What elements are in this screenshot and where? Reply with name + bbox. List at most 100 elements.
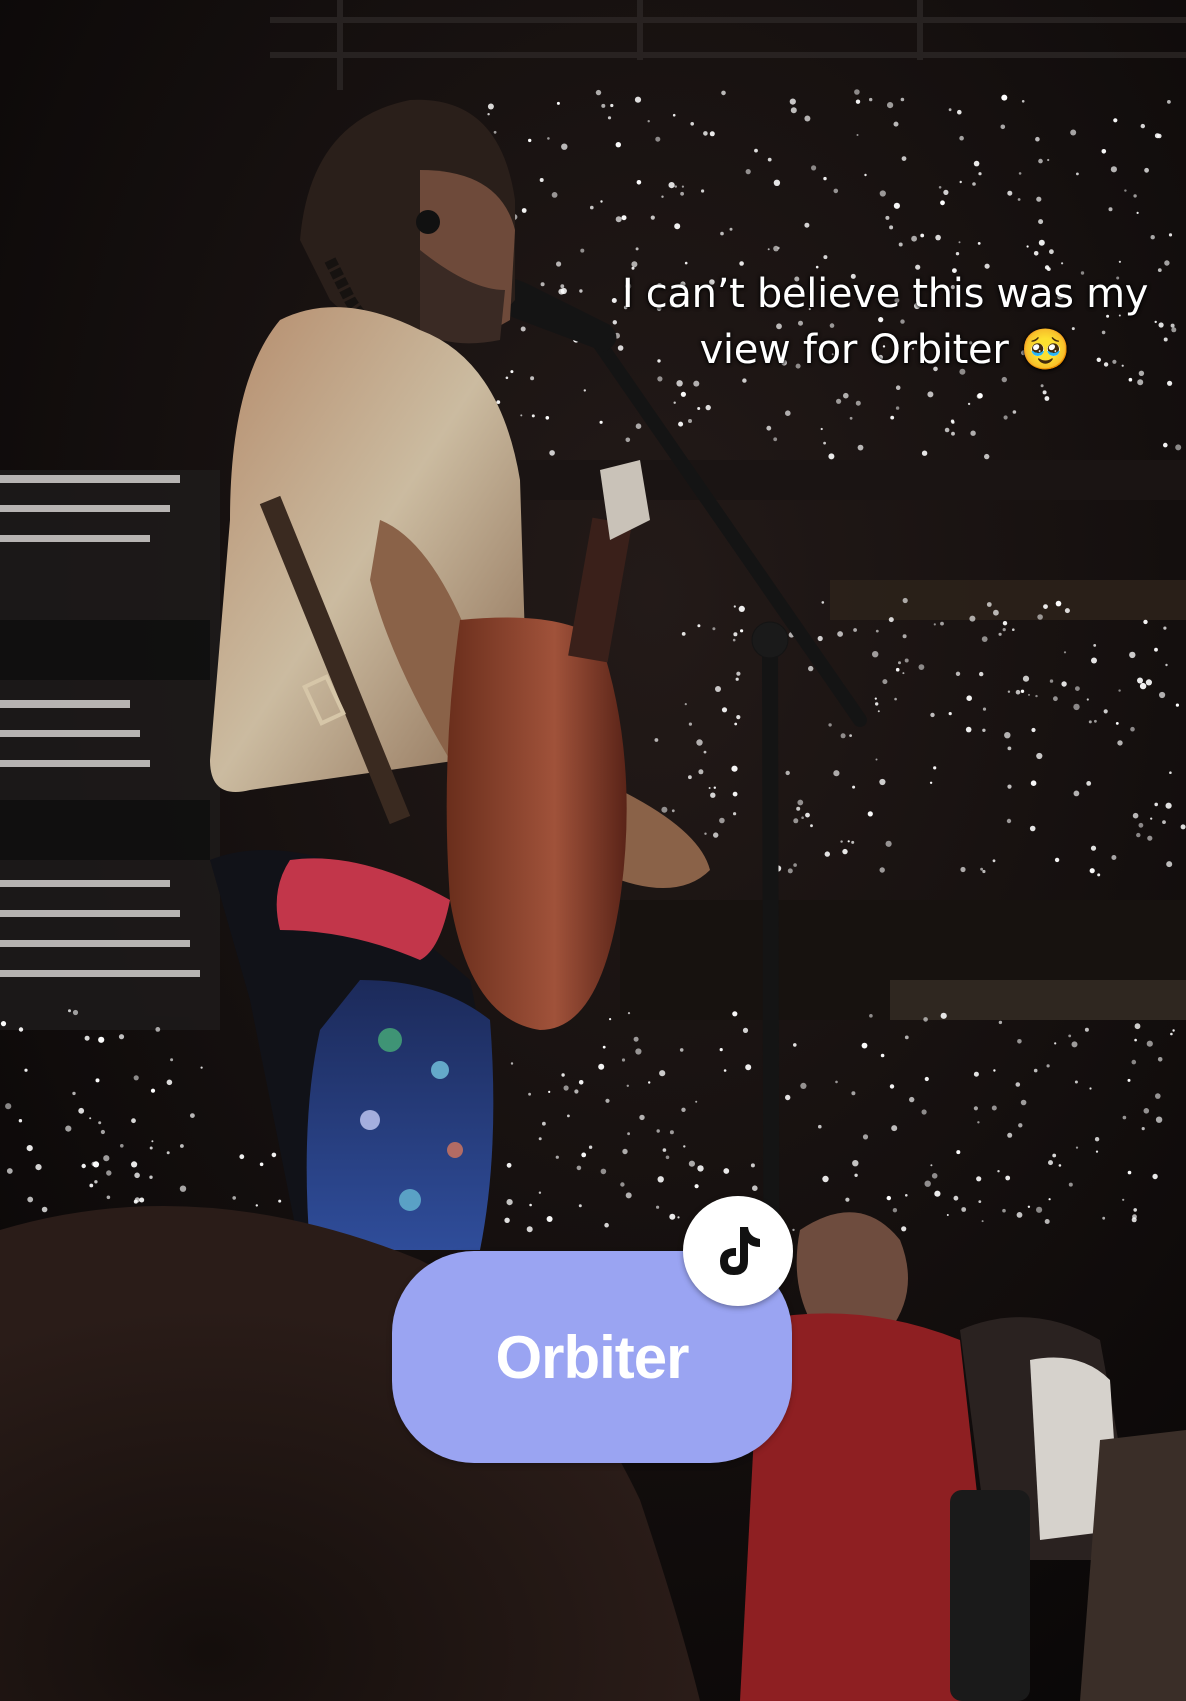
phone-light xyxy=(977,1121,980,1124)
phone-light xyxy=(78,1107,85,1114)
phone-light xyxy=(943,189,949,195)
phone-light xyxy=(1154,802,1158,807)
phone-light xyxy=(973,160,980,167)
phone-light xyxy=(1175,444,1182,451)
phone-light xyxy=(1000,124,1006,130)
phone-light xyxy=(607,116,612,120)
phone-light xyxy=(41,1206,48,1213)
phone-light xyxy=(944,427,950,433)
phone-light xyxy=(656,1205,660,1209)
phone-light xyxy=(902,672,905,675)
phone-light xyxy=(679,1048,684,1052)
phone-light xyxy=(1154,647,1158,652)
phone-light xyxy=(1073,703,1080,711)
phone-light xyxy=(561,143,568,150)
phone-light xyxy=(1108,207,1113,212)
phone-light xyxy=(659,1070,666,1077)
phone-light xyxy=(200,1066,203,1069)
phone-light xyxy=(1052,1153,1057,1158)
phone-light xyxy=(1002,621,1008,626)
phone-light xyxy=(588,1145,593,1149)
phone-light xyxy=(793,1043,797,1047)
phone-light xyxy=(934,1190,941,1197)
phone-light xyxy=(823,176,827,181)
phone-light xyxy=(1166,861,1173,868)
phone-light xyxy=(901,1226,907,1232)
phone-light xyxy=(732,1011,738,1017)
phone-light xyxy=(131,1118,136,1124)
phone-light xyxy=(808,665,814,672)
phone-light xyxy=(773,179,781,186)
phone-light xyxy=(1064,608,1070,614)
phone-light xyxy=(155,1027,161,1032)
phone-light xyxy=(600,1168,607,1175)
phone-light xyxy=(953,1195,959,1201)
phone-light xyxy=(820,427,823,431)
phone-light xyxy=(1130,726,1135,732)
phone-light xyxy=(647,120,650,123)
phone-light xyxy=(967,402,971,406)
phone-light xyxy=(1150,817,1153,820)
phone-light xyxy=(170,1058,174,1062)
phone-light xyxy=(930,712,935,718)
phone-light xyxy=(166,1079,173,1086)
phone-light xyxy=(1180,824,1186,830)
phone-light xyxy=(703,750,707,754)
phone-light xyxy=(898,661,901,665)
phone-light xyxy=(681,185,685,188)
phone-light xyxy=(599,420,603,424)
tiktok-note-icon xyxy=(720,1227,760,1275)
phone-light xyxy=(792,1228,795,1232)
phone-light xyxy=(1086,698,1089,701)
tiktok-icon[interactable] xyxy=(683,1196,793,1306)
phone-light xyxy=(823,441,826,445)
phone-light xyxy=(855,400,861,406)
phone-light xyxy=(27,1196,34,1203)
phone-light xyxy=(1122,1115,1127,1120)
phone-light xyxy=(656,1129,660,1133)
phone-light xyxy=(622,1148,628,1155)
phone-light xyxy=(972,182,976,186)
phone-light xyxy=(526,1226,533,1233)
phone-light xyxy=(551,192,558,198)
phone-light xyxy=(676,380,683,387)
phone-light xyxy=(1146,1040,1153,1047)
phone-light xyxy=(736,715,741,720)
phone-light xyxy=(853,628,857,632)
phone-light xyxy=(790,107,797,114)
phone-light xyxy=(538,1137,542,1141)
phone-light xyxy=(1155,1116,1163,1123)
phone-light xyxy=(1117,740,1123,746)
phone-light xyxy=(891,1125,898,1132)
phone-light xyxy=(581,1152,587,1158)
phone-light xyxy=(669,1213,676,1220)
phone-light xyxy=(1035,136,1040,142)
phone-light xyxy=(1063,651,1067,654)
phone-light xyxy=(893,202,901,209)
phone-light xyxy=(1129,651,1136,659)
phone-light xyxy=(892,1208,898,1213)
phone-light xyxy=(752,1185,758,1191)
phone-light xyxy=(95,1078,100,1083)
phone-light xyxy=(767,248,770,251)
phone-light xyxy=(721,707,728,713)
phone-light xyxy=(528,138,532,143)
phone-light xyxy=(804,222,810,228)
phone-light xyxy=(578,1080,584,1085)
phone-light xyxy=(529,1203,532,1207)
phone-light xyxy=(1037,614,1043,620)
phone-light xyxy=(715,686,721,692)
phone-light xyxy=(874,697,877,700)
phone-light xyxy=(26,1145,33,1152)
phone-light xyxy=(797,799,804,806)
phone-light xyxy=(955,252,960,256)
phone-light xyxy=(657,1176,664,1183)
phone-light xyxy=(1061,681,1067,687)
phone-light xyxy=(1068,1182,1073,1187)
phone-light xyxy=(1163,442,1168,448)
phone-light xyxy=(669,1130,674,1135)
phone-light xyxy=(991,1105,997,1111)
phone-light xyxy=(1127,1078,1131,1082)
phone-light xyxy=(777,246,780,250)
phone-light xyxy=(556,101,560,105)
